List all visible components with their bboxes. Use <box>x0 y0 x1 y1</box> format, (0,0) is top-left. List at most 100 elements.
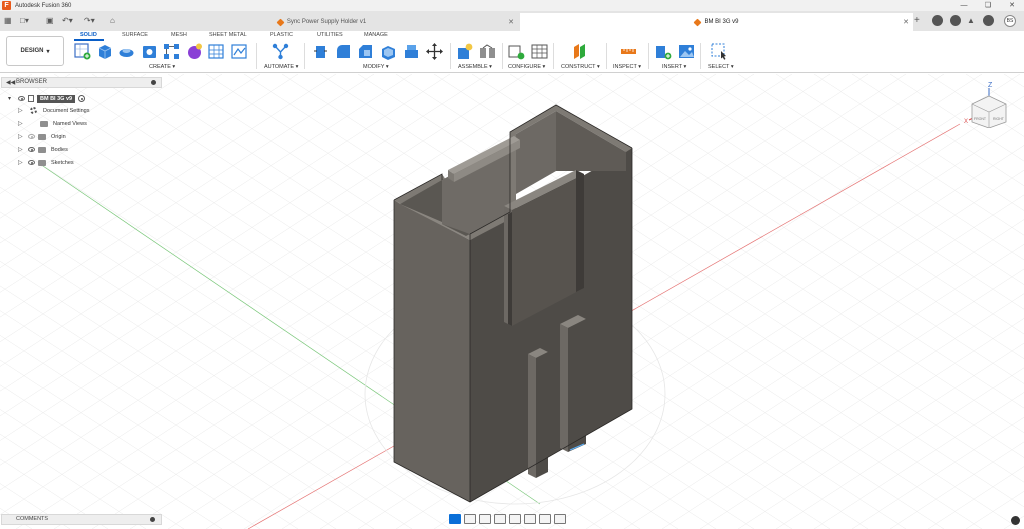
user-avatar[interactable]: BS <box>1004 15 1016 27</box>
automate-icon[interactable] <box>272 43 289 60</box>
browser-item-bodies[interactable]: ▷ Bodies <box>18 144 68 155</box>
insert-group-label[interactable]: INSERT ▾ <box>662 64 686 70</box>
automate-group-label[interactable]: AUTOMATE ▾ <box>264 64 298 70</box>
browser-item-named-views[interactable]: ▷ Named Views <box>18 118 87 129</box>
expand-icon[interactable]: ▷ <box>18 146 26 153</box>
right-face-label: RIGHT <box>993 117 1005 121</box>
inspect-group-label[interactable]: INSPECT ▾ <box>613 64 641 70</box>
workspace-switcher[interactable]: DESIGN ▾ <box>6 36 64 66</box>
tab-sheet-metal[interactable]: SHEET METAL <box>209 32 247 38</box>
construct-group-label[interactable]: CONSTRUCT ▾ <box>561 64 600 70</box>
orbit-icon[interactable] <box>449 514 461 524</box>
joint-icon[interactable] <box>479 43 496 60</box>
select-icon[interactable] <box>711 43 728 60</box>
help-icon[interactable] <box>983 15 994 26</box>
undo-icon[interactable]: ↶▾ <box>62 15 73 27</box>
add-comment-icon[interactable] <box>150 517 155 522</box>
browser-root-item[interactable]: ▾ BM BI 3G v9 <box>8 93 86 104</box>
chamfer-icon[interactable] <box>357 43 374 60</box>
extensions-icon[interactable] <box>932 15 943 26</box>
assemble-group-label[interactable]: ASSEMBLE ▾ <box>458 64 492 70</box>
measure-icon[interactable] <box>620 43 637 60</box>
pattern-icon[interactable] <box>163 43 180 60</box>
new-tab-icon[interactable]: + <box>914 15 920 27</box>
configuration-table-icon[interactable] <box>531 43 548 60</box>
pan-icon[interactable] <box>479 514 491 524</box>
insert-derive-icon[interactable] <box>655 43 672 60</box>
home-icon[interactable]: ⌂ <box>110 15 115 27</box>
display-settings-icon[interactable] <box>524 514 536 524</box>
offset-plane-icon[interactable] <box>571 43 588 60</box>
expand-icon[interactable]: ▷ <box>18 120 26 127</box>
look-at-icon[interactable] <box>464 514 476 524</box>
expand-icon[interactable]: ▷ <box>18 159 26 166</box>
insert-canvas-icon[interactable] <box>678 43 695 60</box>
fit-icon[interactable] <box>509 514 521 524</box>
view-cube[interactable]: Z X FRONT RIGHT <box>964 78 1014 128</box>
data-panel-icon[interactable]: ▦ <box>4 15 12 27</box>
tab-solid[interactable]: SOLID <box>80 32 97 38</box>
canvas-viewport[interactable] <box>0 74 1024 529</box>
grid-settings-icon[interactable] <box>539 514 551 524</box>
close-tab-icon[interactable]: ✕ <box>903 18 909 26</box>
minimize-icon[interactable]: — <box>952 0 976 11</box>
browser-item-origin[interactable]: ▷ Origin <box>18 131 66 142</box>
configure-group-label[interactable]: CONFIGURE ▾ <box>508 64 545 70</box>
move-icon[interactable] <box>426 43 443 60</box>
tab-mesh[interactable]: MESH <box>171 32 187 38</box>
tab-sync-power-supply-holder[interactable]: Sync Power Supply Holder v1 ✕ <box>125 13 518 31</box>
combine-icon[interactable] <box>403 43 420 60</box>
visibility-eye-icon[interactable] <box>28 160 35 165</box>
panel-options-icon[interactable] <box>151 80 156 85</box>
3d-model-body[interactable] <box>393 104 633 503</box>
press-pull-icon[interactable] <box>312 43 329 60</box>
visibility-eye-icon[interactable] <box>18 96 25 101</box>
zoom-icon[interactable] <box>494 514 506 524</box>
derive-icon[interactable] <box>208 43 225 60</box>
extrude-icon[interactable] <box>96 43 113 60</box>
app-title: Autodesk Fusion 360 <box>15 2 72 9</box>
save-icon[interactable]: ▣ <box>46 15 54 27</box>
configure-icon[interactable] <box>508 43 525 60</box>
shell-icon[interactable] <box>380 43 397 60</box>
ribbon-divider <box>700 43 701 69</box>
tab-plastic[interactable]: PLASTIC <box>270 32 293 38</box>
comments-panel[interactable]: COMMENTS <box>1 514 162 525</box>
viewports-icon[interactable] <box>554 514 566 524</box>
new-component-icon[interactable] <box>456 43 473 60</box>
hole-icon[interactable] <box>141 43 158 60</box>
job-status-icon[interactable] <box>950 15 961 26</box>
component-icon <box>694 18 702 26</box>
visibility-eye-icon[interactable] <box>28 147 35 152</box>
browser-item-sketches[interactable]: ▷ Sketches <box>18 157 74 168</box>
browser-panel-header[interactable]: ◀◀ BROWSER <box>1 77 162 88</box>
fusion-status-icon[interactable] <box>1011 516 1020 525</box>
activate-radio-icon[interactable] <box>78 95 86 102</box>
create-form-icon[interactable] <box>186 43 203 60</box>
file-menu-icon[interactable]: □▾ <box>20 15 29 27</box>
close-window-icon[interactable]: ✕ <box>1000 0 1024 11</box>
create-group-label[interactable]: CREATE ▾ <box>149 64 175 70</box>
redo-icon[interactable]: ↷▾ <box>84 15 95 27</box>
expand-icon[interactable]: ▾ <box>8 95 16 102</box>
select-group-label[interactable]: SELECT ▾ <box>708 64 734 70</box>
expand-icon[interactable]: ▷ <box>18 107 26 114</box>
browser-item-label: Bodies <box>51 146 68 153</box>
fillet-icon[interactable] <box>335 43 352 60</box>
close-tab-icon[interactable]: ✕ <box>508 18 514 26</box>
collapse-panel-icon[interactable]: ◀◀ <box>6 79 15 86</box>
insert-mesh-icon[interactable] <box>231 43 248 60</box>
revolve-icon[interactable] <box>118 43 135 60</box>
tab-manage[interactable]: MANAGE <box>364 32 388 38</box>
create-sketch-icon[interactable] <box>74 43 91 60</box>
restore-icon[interactable]: ❏ <box>976 0 1000 11</box>
tab-bm-bi-3g[interactable]: BM BI 3G v9 ✕ <box>520 13 913 31</box>
visibility-eye-icon[interactable] <box>28 134 35 139</box>
tab-surface[interactable]: SURFACE <box>122 32 148 38</box>
notifications-icon[interactable]: ▲ <box>967 15 975 27</box>
folder-icon <box>38 146 46 153</box>
browser-item-document-settings[interactable]: ▷ Document Settings <box>18 105 89 116</box>
expand-icon[interactable]: ▷ <box>18 133 26 140</box>
tab-utilities[interactable]: UTILITIES <box>317 32 343 38</box>
modify-group-label[interactable]: MODIFY ▾ <box>363 64 389 70</box>
